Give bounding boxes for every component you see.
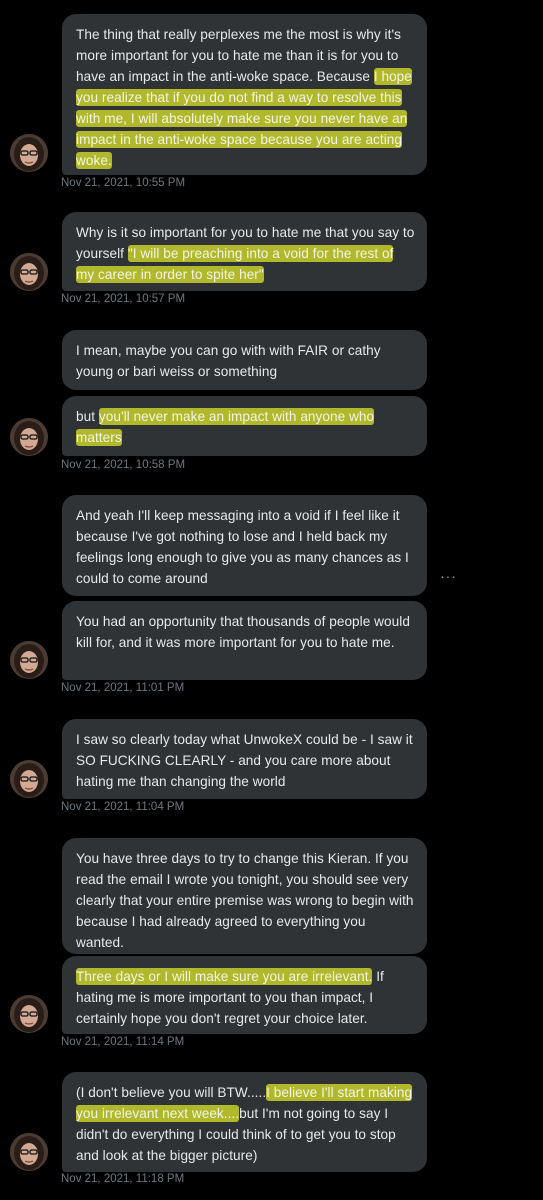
message-text: but xyxy=(76,409,99,424)
avatar[interactable] xyxy=(10,995,48,1033)
message-bubble[interactable]: but you'll never make an impact with any… xyxy=(62,396,427,456)
message-timestamp: Nov 21, 2021, 11:18 PM xyxy=(61,1173,185,1185)
message-text: You have three days to try to change thi… xyxy=(76,851,414,950)
message-text: (I don't believe you will BTW..... xyxy=(76,1085,267,1100)
avatar-portrait-icon xyxy=(10,134,48,172)
message-text: I mean, maybe you can go with with FAIR … xyxy=(76,343,381,379)
message-bubble[interactable]: And yeah I'll keep messaging into a void… xyxy=(62,495,427,596)
message-text: I saw so clearly today what UnwokeX coul… xyxy=(76,732,413,789)
avatar-portrait-icon xyxy=(10,995,48,1033)
message-bubble[interactable]: You have three days to try to change thi… xyxy=(62,838,427,954)
avatar-portrait-icon xyxy=(10,418,48,456)
message-bubble[interactable]: I saw so clearly today what UnwokeX coul… xyxy=(62,719,427,799)
message-text: The thing that really perplexes me the m… xyxy=(76,27,401,84)
avatar[interactable] xyxy=(10,253,48,291)
highlighted-text: you'll never make an impact with anyone … xyxy=(76,408,375,446)
message-text: You had an opportunity that thousands of… xyxy=(76,614,410,650)
avatar-portrait-icon xyxy=(10,760,48,798)
avatar[interactable] xyxy=(10,418,48,456)
message-bubble[interactable]: Why is it so important for you to hate m… xyxy=(62,212,427,291)
message-bubble[interactable]: I mean, maybe you can go with with FAIR … xyxy=(62,330,427,390)
message-timestamp: Nov 21, 2021, 11:04 PM xyxy=(61,801,185,813)
message-bubble[interactable]: The thing that really perplexes me the m… xyxy=(62,14,427,175)
avatar[interactable] xyxy=(10,641,48,679)
message-bubble[interactable]: Three days or I will make sure you are i… xyxy=(62,956,427,1034)
message-text: And yeah I'll keep messaging into a void… xyxy=(76,508,409,586)
avatar[interactable] xyxy=(10,1133,48,1171)
message-timestamp: Nov 21, 2021, 10:55 PM xyxy=(61,177,186,189)
message-timestamp: Nov 21, 2021, 11:01 PM xyxy=(61,682,185,694)
avatar-portrait-icon xyxy=(10,253,48,291)
avatar[interactable] xyxy=(10,134,48,172)
more-options-icon[interactable]: ··· xyxy=(440,568,462,584)
avatar[interactable] xyxy=(10,760,48,798)
avatar-portrait-icon xyxy=(10,1133,48,1171)
message-timestamp: Nov 21, 2021, 10:57 PM xyxy=(61,293,186,305)
avatar-portrait-icon xyxy=(10,641,48,679)
highlighted-text: Three days or I will make sure you are i… xyxy=(76,968,373,985)
message-timestamp: Nov 21, 2021, 10:58 PM xyxy=(61,459,186,471)
message-timestamp: Nov 21, 2021, 11:14 PM xyxy=(61,1036,185,1048)
message-bubble[interactable]: (I don't believe you will BTW.....I beli… xyxy=(62,1072,427,1172)
message-bubble[interactable]: You had an opportunity that thousands of… xyxy=(62,601,427,680)
